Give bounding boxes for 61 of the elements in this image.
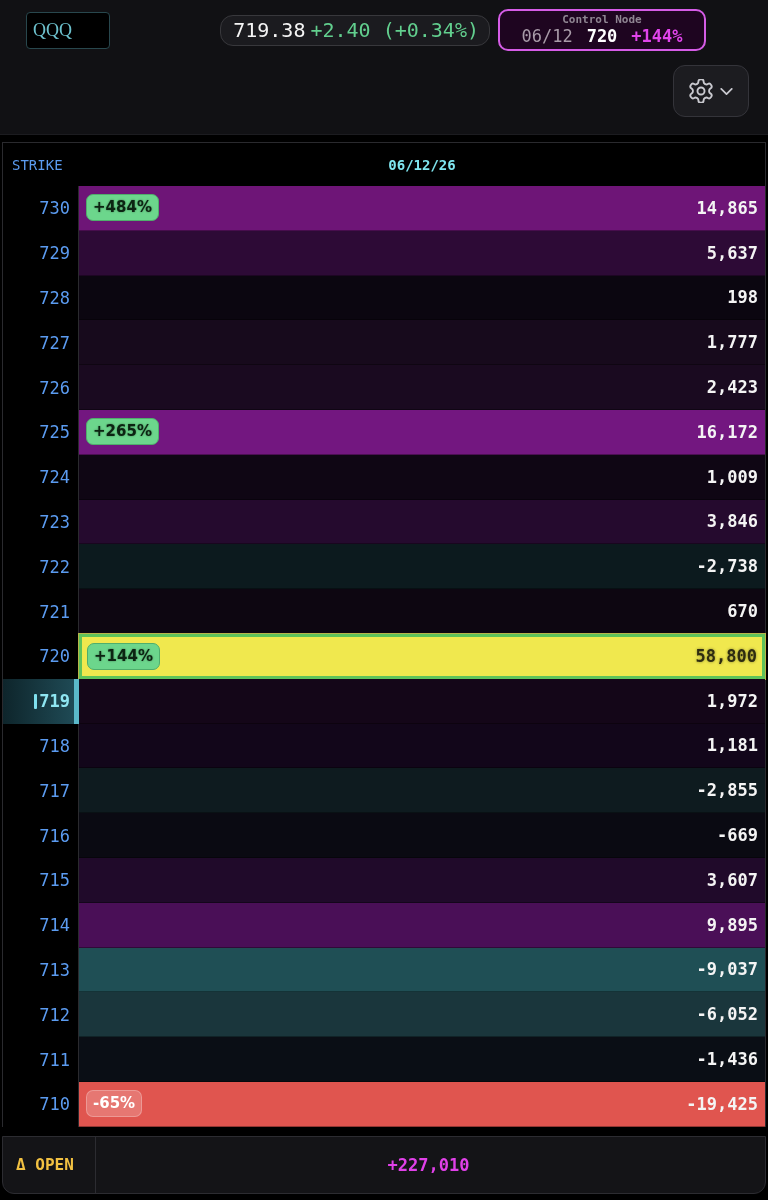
- strike-label: 727: [39, 332, 70, 353]
- cell-value: -9,037: [696, 959, 758, 980]
- strike-label: 713: [39, 959, 70, 980]
- strike-label: 723: [39, 511, 70, 532]
- strike-label: 729: [39, 243, 70, 264]
- cell-value: 1,181: [706, 735, 758, 756]
- cell-value: 58,800: [695, 646, 757, 667]
- strike-label: 717: [39, 780, 70, 801]
- cell-value: 1,009: [706, 466, 758, 487]
- strike-label: 714: [39, 915, 70, 936]
- strike-label: 716: [39, 825, 70, 846]
- cell-value: -669: [717, 825, 758, 846]
- cell-value: 16,172: [696, 421, 758, 442]
- footer-label: Δ OPEN: [16, 1155, 74, 1175]
- strike-label: 710: [39, 1094, 70, 1115]
- cell-value: -6,052: [696, 1004, 758, 1025]
- cell-value: -1,436: [696, 1049, 758, 1070]
- cell-value: 670: [727, 601, 758, 622]
- settings-icon: [689, 79, 713, 103]
- node-strike: 720: [586, 26, 618, 46]
- control-node-label: Control Node: [562, 14, 642, 26]
- percent-badge: +144%: [87, 642, 160, 670]
- percent-badge: +484%: [86, 194, 159, 222]
- cell-value: 1,777: [706, 332, 758, 353]
- cell-value: -2,738: [696, 556, 758, 577]
- price-marker-icon: [34, 693, 38, 709]
- cell-value: 1,972: [706, 690, 758, 711]
- strike-label: 711: [39, 1049, 70, 1070]
- strike-label: 726: [39, 377, 70, 398]
- strike-label: 728: [39, 288, 70, 308]
- cell-value: 14,865: [696, 197, 758, 218]
- node-date: 06/12: [521, 26, 573, 46]
- node-change: +144%: [631, 26, 683, 46]
- percent-badge: +265%: [86, 418, 159, 446]
- cell-value: 198: [727, 287, 758, 308]
- cell-value: -2,855: [696, 780, 758, 801]
- strike-label: 722: [39, 556, 70, 577]
- strike-label: 730: [39, 198, 70, 219]
- strike-label: 725: [39, 422, 70, 443]
- strike-label: 715: [39, 870, 70, 891]
- ticker-input[interactable]: QQQ: [26, 11, 110, 49]
- cell-value: 2,423: [706, 377, 758, 398]
- footer-total: +227,010: [387, 1154, 470, 1175]
- price-change: +2.40 (+0.34%): [310, 18, 479, 42]
- strike-label: 724: [39, 467, 70, 488]
- cell-value: 5,637: [706, 242, 758, 263]
- chevron-down-icon: [720, 87, 733, 95]
- strike-label: 721: [39, 601, 70, 622]
- percent-badge: -65%: [86, 1090, 143, 1118]
- column-header: 06/12/26: [388, 156, 456, 173]
- cell-value: 3,846: [706, 511, 758, 532]
- last-price: 719.38: [233, 18, 306, 42]
- column-header: STRIKE: [12, 157, 63, 173]
- cell-value: 3,607: [706, 869, 758, 890]
- strike-label: 720: [39, 646, 70, 667]
- strike-label: 712: [39, 1004, 70, 1025]
- settings-button[interactable]: [673, 65, 749, 117]
- strike-label: 718: [39, 735, 70, 756]
- cell-value: -19,425: [686, 1093, 758, 1114]
- cell-value: 9,895: [706, 914, 758, 935]
- strike-label: 719: [39, 691, 70, 712]
